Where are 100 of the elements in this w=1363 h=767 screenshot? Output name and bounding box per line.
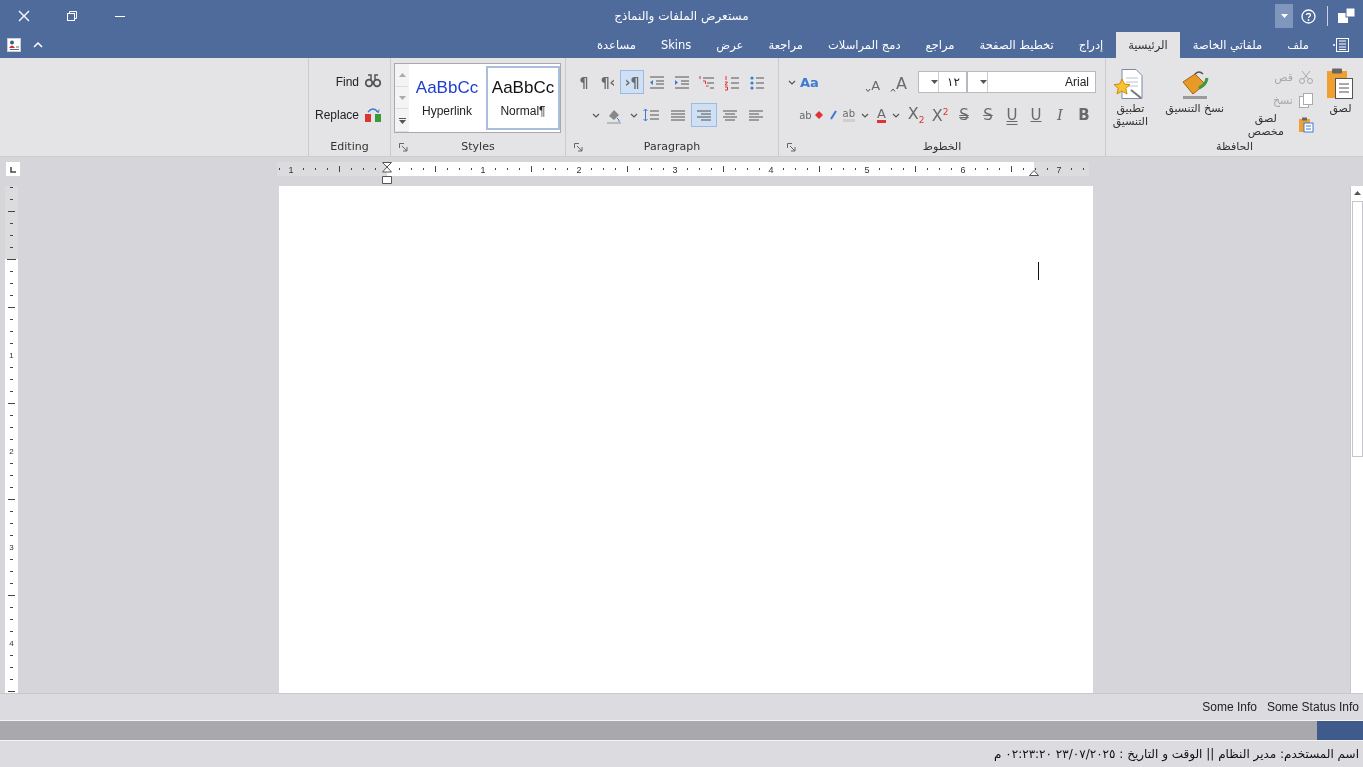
scissors-icon xyxy=(1297,69,1314,86)
ruler-number: 2 xyxy=(9,447,14,456)
group-label: Editing xyxy=(330,140,369,153)
indent-marker[interactable] xyxy=(1029,170,1039,176)
caret-icon xyxy=(592,112,600,118)
dropdown-arrow-icon xyxy=(931,80,938,84)
caret-icon xyxy=(630,112,638,118)
replace-icon xyxy=(365,107,381,123)
marks-button[interactable]: ¶ xyxy=(572,70,596,94)
expand-gallery-icon xyxy=(398,117,406,124)
dialog-launcher-icon xyxy=(398,142,408,152)
clipboard-icon xyxy=(1297,117,1314,133)
ribbon-tab[interactable]: عرض xyxy=(704,32,756,58)
find-button[interactable]: Find xyxy=(309,70,382,94)
copy-icon xyxy=(1297,92,1314,109)
ribbon-tab[interactable]: مراجع xyxy=(913,32,967,58)
group-label: Styles xyxy=(461,140,495,153)
dialog-launcher-button[interactable] xyxy=(572,141,584,153)
group-label: الخطوط xyxy=(922,140,962,153)
restore-icon xyxy=(66,10,78,22)
ribbon-tab[interactable]: الرئيسية xyxy=(1116,32,1180,58)
tab-stop-icon xyxy=(6,162,20,176)
style-item[interactable]: AaBbCc ¶Normal xyxy=(486,66,560,130)
format-painter-button[interactable]: نسخ التنسيق xyxy=(1158,66,1231,136)
font-color-button[interactable]: A xyxy=(873,103,904,127)
double-underline-button[interactable]: U xyxy=(1000,103,1024,127)
ribbon-tab[interactable]: تخطيط الصفحة xyxy=(967,32,1066,58)
scrollbar-thumb[interactable] xyxy=(1351,201,1363,457)
ribbon-tab[interactable]: ملف xyxy=(1275,32,1321,58)
ribbon-tab[interactable]: Skins xyxy=(648,32,704,58)
highlight-button[interactable]: ab xyxy=(825,103,874,127)
list-icon xyxy=(1333,38,1351,52)
ribbon-tab[interactable]: دمج المراسلات xyxy=(816,32,913,58)
ribbon-tab[interactable]: إدراج xyxy=(1066,32,1116,58)
binoculars-icon xyxy=(365,74,381,90)
caret-icon xyxy=(861,112,870,118)
grow-font-button[interactable]: A xyxy=(883,70,910,94)
case-font-button[interactable]: Aa xyxy=(785,70,822,94)
ruler-number: 3 xyxy=(672,164,678,175)
ruler-number: 5 xyxy=(864,164,870,175)
pen-icon xyxy=(829,110,837,120)
subscript-button[interactable]: X$_{2}$ xyxy=(904,103,928,127)
ribbon-tab[interactable]: مراجعة xyxy=(756,32,815,58)
ruler-number: 6 xyxy=(960,164,966,175)
style-item[interactable]: AaBbCc Hyperlink xyxy=(410,66,484,130)
ruler-number: 3 xyxy=(9,543,14,552)
ruler-number: 1 xyxy=(288,164,294,175)
dialog-launcher-button[interactable] xyxy=(397,141,409,153)
italic-button[interactable]: I xyxy=(1048,103,1072,127)
indent-marker[interactable] xyxy=(382,162,392,184)
ltr-button[interactable]: ¶‹ xyxy=(596,70,620,94)
text-cursor xyxy=(1038,262,1039,280)
caret-icon xyxy=(892,112,900,118)
user-datetime-text: اسم المستخدم: مدير النظام || الوقت و التاريخ : ٢٣/٠٧/٢٠٢٥ ٠٢:٢٣:٢٠ م xyxy=(994,747,1359,761)
replace-button[interactable]: Replace xyxy=(309,103,382,127)
paste-special-button[interactable]: لصق مخصص xyxy=(1234,113,1318,137)
document-user-icon xyxy=(7,38,21,52)
collapse-ribbon-button[interactable] xyxy=(32,41,44,49)
bold-button[interactable]: B xyxy=(1072,103,1096,127)
strike-button[interactable]: S xyxy=(976,103,1000,127)
dropdown-arrow-icon xyxy=(980,80,987,84)
align-right-button[interactable] xyxy=(691,103,717,127)
gallery-more-button[interactable] xyxy=(395,109,409,132)
scroll-up-icon xyxy=(1353,191,1361,195)
close-icon xyxy=(18,10,30,22)
ruler-number: 2 xyxy=(576,164,582,175)
dialog-launcher-icon xyxy=(786,142,796,152)
app-logo-icon xyxy=(1338,7,1356,25)
dropdown-arrow-icon xyxy=(1280,14,1288,18)
double-strike-button[interactable]: S xyxy=(952,103,976,127)
shrink-font-button[interactable]: A xyxy=(858,70,884,94)
superscript-button[interactable]: X$^{2}$ xyxy=(928,103,952,127)
scroll-down-icon xyxy=(398,96,406,100)
clear-button[interactable]: ab xyxy=(796,103,826,127)
eraser-icon xyxy=(814,111,823,119)
vertical-scrollbar[interactable] xyxy=(1350,186,1363,693)
ruler-number: 1 xyxy=(9,351,14,360)
status-text: Some Status Info xyxy=(1266,700,1359,714)
dialog-launcher-button[interactable] xyxy=(785,141,797,153)
ribbon-tab[interactable]: ملفاتي الخاصة xyxy=(1180,32,1275,58)
underline-button[interactable]: U xyxy=(1024,103,1048,127)
rtl-button[interactable]: ›¶ xyxy=(620,70,644,94)
caret-icon xyxy=(788,79,796,85)
options-dropdown[interactable] xyxy=(1275,4,1293,28)
gallery-scroll-up-button[interactable] xyxy=(395,64,409,87)
paste-button[interactable]: لصق xyxy=(1321,66,1359,136)
group-label: الحافظة xyxy=(1216,140,1254,153)
quick-access-button[interactable] xyxy=(6,37,22,53)
ruler-number: 1 xyxy=(480,164,486,175)
font-name-field[interactable]: Arial xyxy=(967,71,1096,93)
status-text: Some Info xyxy=(1202,700,1257,714)
group-label: Paragraph xyxy=(643,140,701,153)
help-icon xyxy=(1300,8,1316,24)
ruler-number: 7 xyxy=(1056,164,1062,175)
apply-format-button[interactable]: تطبيق التنسيق xyxy=(1106,66,1155,136)
dialog-launcher-icon xyxy=(573,142,583,152)
font-size-field[interactable]: ١٢ xyxy=(918,71,967,93)
ruler-number: 4 xyxy=(768,164,774,175)
chevron-up-icon xyxy=(33,42,43,48)
ribbon-tab[interactable]: مساعدة xyxy=(585,32,648,58)
